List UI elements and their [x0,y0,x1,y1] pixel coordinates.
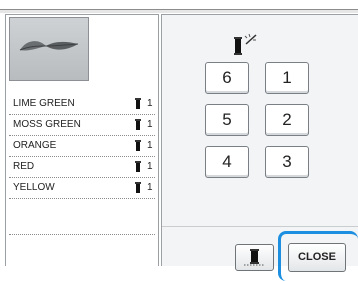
spool-1-button[interactable]: 1 [265,62,309,94]
color-name: YELLOW [13,182,55,193]
color-row-yellow[interactable]: YELLOW 1 [9,178,155,199]
empty-list-row [9,214,155,235]
top-bar [0,0,358,13]
thread-spool-icon [135,98,141,109]
spool-3-button[interactable]: 3 [265,146,309,178]
thread-spool-icon [135,140,141,151]
color-count: 1 [147,98,153,109]
spool-4-button[interactable]: 4 [205,146,249,178]
spool-assignment-panel: 6 1 5 2 4 3 CLOSE [161,14,358,281]
color-row-red[interactable]: RED 1 [9,157,155,178]
color-count: 1 [147,161,153,172]
color-name: RED [13,161,35,172]
auto-assign-spool-icon [234,33,257,55]
thread-spool-icon [135,161,141,172]
thread-spool-button[interactable] [235,244,274,271]
color-row-lime-green[interactable]: LIME GREEN 1 [9,94,155,115]
thread-spool-icon [135,119,141,130]
color-count: 1 [147,140,153,151]
color-count: 1 [147,182,153,193]
color-list-panel: LIME GREEN 1 MOSS GREEN 1 ORANGE 1 RED 1… [5,14,159,266]
thread-spool-icon [135,182,141,193]
divider [162,226,358,227]
color-name: MOSS GREEN [13,119,81,130]
spool-6-button[interactable]: 6 [205,62,249,94]
color-list: LIME GREEN 1 MOSS GREEN 1 ORANGE 1 RED 1… [9,94,155,199]
color-name: ORANGE [13,140,57,151]
spool-icon [244,249,265,266]
color-count: 1 [147,119,153,130]
color-row-orange[interactable]: ORANGE 1 [9,136,155,157]
spool-2-button[interactable]: 2 [265,104,309,136]
close-button[interactable]: CLOSE [288,243,346,272]
spool-5-button[interactable]: 5 [205,104,249,136]
color-name: LIME GREEN [13,98,75,109]
embroidery-preview [9,17,89,81]
feather-motif-icon [19,41,79,51]
color-row-moss-green[interactable]: MOSS GREEN 1 [9,115,155,136]
